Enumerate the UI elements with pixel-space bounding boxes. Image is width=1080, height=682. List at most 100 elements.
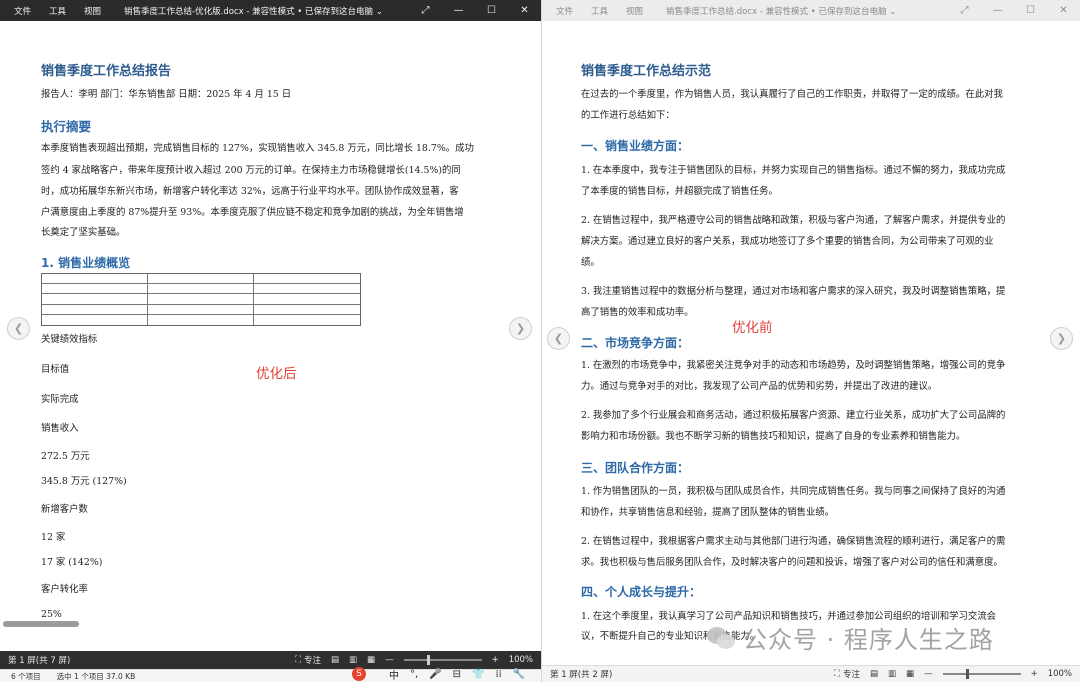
wechat-logo-icon xyxy=(707,625,737,651)
web-layout-icon[interactable]: ▦ xyxy=(906,669,914,679)
skin-icon[interactable]: 👕 xyxy=(472,669,484,680)
list-item: 客户转化率 xyxy=(41,584,88,595)
status-bar: 第 1 屏(共 2 屏) ⛶ 专注 ▤ ▥ ▦ — + 100% xyxy=(542,665,1080,682)
section-heading-team: 三、团队合作方面： xyxy=(581,461,690,475)
next-page-arrow-icon[interactable]: ❯ xyxy=(1050,327,1073,350)
empty-kpi-table[interactable] xyxy=(41,273,361,326)
item-count: 6 个项目 xyxy=(11,671,41,681)
focus-icon: ⛶ xyxy=(295,655,301,665)
document-title[interactable]: 销售季度工作总结-优化版.docx - 兼容性模式 • 已保存到这台电脑 ⌄ xyxy=(124,5,409,17)
paragraph-line: 3. 我注重销售过程中的数据分析与整理，通过对市场和客户需求的深入研究，我及时调… xyxy=(581,286,1006,297)
report-meta: 报告人：李明 部门：华东销售部 日期：2025 年 4 月 15 日 xyxy=(41,89,292,100)
zoom-level[interactable]: 100% xyxy=(509,655,533,665)
summary-heading: 执行摘要 xyxy=(41,119,92,134)
zoom-slider[interactable] xyxy=(942,669,1021,679)
summary-line: 签约 4 家战略客户，带来年度预计收入超过 200 万元的订单。在保持主力市场稳… xyxy=(41,165,461,176)
paragraph-line: 力。通过与竞争对手的对比，我发现了公司产品的优势和劣势，并提出了改进的建议。 xyxy=(581,381,938,392)
menu-tools[interactable]: 工具 xyxy=(582,5,617,17)
paragraph-line: 1. 在本季度中，我专注于销售团队的目标，并努力实现自己的销售指标。通过不懈的努… xyxy=(581,165,1006,176)
report-title: 销售季度工作总结报告 xyxy=(41,64,172,79)
settings-icon[interactable]: 🔧 xyxy=(513,669,525,680)
document-title-heading: 销售季度工作总结示范 xyxy=(581,64,712,79)
zoom-level[interactable]: 100% xyxy=(1048,669,1072,679)
microphone-icon[interactable]: 🎤 xyxy=(429,669,441,680)
section-heading-sales-overview: 1. 销售业绩概览 xyxy=(41,256,131,270)
section-heading-sales: 一、销售业绩方面： xyxy=(581,139,690,153)
zoom-out-icon[interactable]: — xyxy=(385,655,394,665)
focus-label: 专注 xyxy=(303,656,321,666)
horizontal-scrollbar[interactable] xyxy=(3,621,79,627)
close-button[interactable]: ✕ xyxy=(508,0,541,21)
fullscreen-button[interactable]: ⤢ xyxy=(409,0,442,21)
menu-file[interactable]: 文件 xyxy=(542,5,582,17)
annotation-before: 优化前 xyxy=(732,320,773,336)
zoom-in-icon[interactable]: + xyxy=(1031,669,1038,679)
list-item: 345.8 万元 (127%) xyxy=(41,476,127,487)
list-item: 25% xyxy=(41,609,62,620)
optimized-document-window: 文件 工具 视图 销售季度工作总结-优化版.docx - 兼容性模式 • 已保存… xyxy=(0,0,541,682)
toolbox-icon[interactable]: ⁞⁞ xyxy=(495,669,501,680)
ime-language-toggle[interactable]: 中 xyxy=(389,667,399,682)
close-button[interactable]: ✕ xyxy=(1047,0,1080,21)
watermark-text: 公众号 · 程序人生之路 xyxy=(743,626,994,654)
punctuation-icon[interactable]: °, xyxy=(410,669,418,680)
minimize-button[interactable]: — xyxy=(981,0,1014,21)
paragraph-line: 2. 我参加了多个行业展会和商务活动，通过积极拓展客户资源、建立行业关系，成功扩… xyxy=(581,410,1006,421)
paragraph-line: 2. 在销售过程中，我根据客户需求主动与其他部门进行沟通，确保销售流程的顺利进行… xyxy=(581,536,1006,547)
menu-view[interactable]: 视图 xyxy=(75,5,110,17)
wechat-watermark: 公众号 · 程序人生之路 xyxy=(707,620,994,655)
list-item: 销售收入 xyxy=(41,423,79,434)
paragraph-line: 1. 作为销售团队的一员，我积极与团队成员合作，共同完成销售任务。我与同事之间保… xyxy=(581,486,1006,497)
page-indicator: 第 1 屏(共 2 屏) xyxy=(550,670,613,680)
section-heading-growth: 四、个人成长与提升： xyxy=(581,585,702,599)
paragraph-line: 2. 在销售过程中，我严格遵守公司的销售战略和政策，积极与客户沟通，了解客户需求… xyxy=(581,215,1006,226)
maximize-button[interactable]: ☐ xyxy=(1014,0,1047,21)
summary-line: 户满意度由上季度的 87%提升至 93%。本季度克服了供应链不稳定和竞争加剧的挑… xyxy=(41,207,464,218)
next-page-arrow-icon[interactable]: ❯ xyxy=(509,317,532,340)
intro-line: 的工作进行总结如下： xyxy=(581,110,675,121)
focus-mode-button[interactable]: ⛶ 专注 xyxy=(295,654,321,666)
minimize-button[interactable]: — xyxy=(442,0,475,21)
read-layout-icon[interactable]: ▤ xyxy=(331,655,339,665)
summary-line: 时，成功拓展华东新兴市场，新增客户转化率达 32%，远高于行业平均水平。团队协作… xyxy=(41,186,459,197)
focus-label: 专注 xyxy=(842,670,860,680)
list-item: 12 家 xyxy=(41,532,66,543)
page-indicator: 第 1 屏(共 7 屏) xyxy=(8,656,71,666)
sogou-logo-icon[interactable]: S xyxy=(352,667,366,681)
print-layout-icon[interactable]: ▥ xyxy=(888,669,896,679)
paragraph-line: 求。我也积极与售后服务团队合作，及时解决客户的问题和投诉，增强了客户对公司的信任… xyxy=(581,557,1003,568)
fullscreen-button[interactable]: ⤢ xyxy=(948,0,981,21)
list-item: 关键绩效指标 xyxy=(41,334,98,345)
paragraph-line: 绩。 xyxy=(581,257,600,268)
list-item: 实际完成 xyxy=(41,394,79,405)
web-layout-icon[interactable]: ▦ xyxy=(367,655,375,665)
summary-line: 长奠定了坚实基础。 xyxy=(41,227,126,238)
document-page[interactable]: 销售季度工作总结示范 在过去的一个季度里，作为销售人员，我认真履行了自己的工作职… xyxy=(542,21,1080,665)
ime-toolbar: S 中 °, 🎤 ⊟ 👕 ⁞⁞ 🔧 xyxy=(352,666,536,682)
paragraph-line: 和协作，共享销售信息和经验，提高了团队整体的销售业绩。 xyxy=(581,507,835,518)
menu-view[interactable]: 视图 xyxy=(617,5,652,17)
focus-mode-button[interactable]: ⛶ 专注 xyxy=(834,668,860,680)
zoom-slider[interactable] xyxy=(403,655,482,665)
maximize-button[interactable]: ☐ xyxy=(475,0,508,21)
paragraph-line: 1. 在激烈的市场竞争中，我紧密关注竞争对手的动态和市场趋势，及时调整销售策略，… xyxy=(581,360,1006,371)
paragraph-line: 了本季度的销售目标，并超额完成了销售任务。 xyxy=(581,186,778,197)
prev-page-arrow-icon[interactable]: ❮ xyxy=(7,317,30,340)
list-item: 272.5 万元 xyxy=(41,451,90,462)
title-bar: 文件 工具 视图 销售季度工作总结-优化版.docx - 兼容性模式 • 已保存… xyxy=(0,0,541,21)
prev-page-arrow-icon[interactable]: ❮ xyxy=(547,327,570,350)
document-page[interactable]: 销售季度工作总结报告 报告人：李明 部门：华东销售部 日期：2025 年 4 月… xyxy=(0,21,541,651)
keyboard-icon[interactable]: ⊟ xyxy=(453,669,461,680)
menu-tools[interactable]: 工具 xyxy=(40,5,75,17)
zoom-out-icon[interactable]: — xyxy=(924,669,933,679)
menu-file[interactable]: 文件 xyxy=(0,5,40,17)
selected-info: 选中 1 个项目 37.0 KB xyxy=(56,671,136,681)
focus-icon: ⛶ xyxy=(834,669,840,679)
print-layout-icon[interactable]: ▥ xyxy=(349,655,357,665)
read-layout-icon[interactable]: ▤ xyxy=(870,669,878,679)
summary-line: 本季度销售表现超出预期，完成销售目标的 127%，实现销售收入 345.8 万元… xyxy=(41,143,474,154)
zoom-in-icon[interactable]: + xyxy=(492,655,499,665)
annotation-after: 优化后 xyxy=(256,366,297,382)
paragraph-line: 解决方案。通过建立良好的客户关系，我成功地签订了多个重要的销售合同，为公司带来了… xyxy=(581,236,994,247)
document-title[interactable]: 销售季度工作总结.docx - 兼容性模式 • 已保存到这台电脑 ⌄ xyxy=(666,5,948,17)
